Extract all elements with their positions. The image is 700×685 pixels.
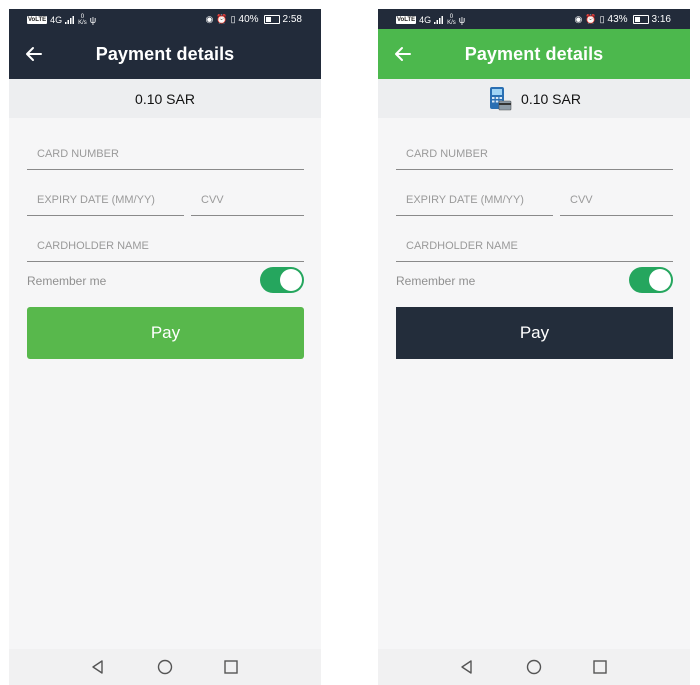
- alarm-icon: ⏰: [216, 14, 228, 24]
- cvv-field[interactable]: [560, 185, 673, 216]
- page-title: Payment details: [464, 44, 604, 64]
- system-nav-bar: [378, 649, 690, 685]
- card-number-field[interactable]: [27, 139, 304, 170]
- battery-icon: [263, 15, 280, 24]
- pay-button[interactable]: Pay: [27, 307, 304, 359]
- nav-back-icon[interactable]: [89, 658, 107, 676]
- battery-percent: 43%: [607, 14, 628, 25]
- remember-me-label: Remember me: [396, 274, 476, 288]
- remember-me-toggle[interactable]: [629, 267, 673, 293]
- network-speed-unit: K/s: [78, 20, 87, 26]
- signal-icon: [65, 16, 75, 24]
- expiry-date-field[interactable]: [27, 185, 184, 216]
- card-terminal-icon: [490, 86, 512, 110]
- cvv-field[interactable]: [191, 185, 304, 216]
- nav-home-icon[interactable]: [525, 658, 543, 676]
- nav-home-icon[interactable]: [156, 658, 174, 676]
- eye-icon: ◉: [205, 14, 214, 24]
- app-header: Payment details: [9, 29, 321, 79]
- usb-icon: ψ: [458, 14, 466, 25]
- clock: 2:58: [282, 14, 302, 25]
- card-number-input[interactable]: [27, 139, 304, 169]
- cardholder-name-input[interactable]: [27, 231, 304, 261]
- status-bar: VoLTE 4G 0 K/s ψ ◉ ⏰ ▯ 40% 2:58: [9, 9, 321, 29]
- phone-screen-2: VoLTE 4G 0 K/s ψ ◉ ⏰ ▯ 43% 3:16 Payment …: [378, 9, 690, 685]
- signal-icon: [434, 16, 444, 24]
- amount-value: 0.10 SAR: [521, 90, 581, 107]
- status-left: VoLTE 4G 0 K/s ψ: [396, 14, 465, 26]
- page-title: Payment details: [95, 44, 235, 64]
- toggle-knob: [280, 269, 302, 291]
- volte-icon: VoLTE: [27, 16, 48, 24]
- expiry-date-field[interactable]: [396, 185, 553, 216]
- cardholder-name-field[interactable]: [27, 231, 304, 262]
- phone-screen-1: VoLTE 4G 0 K/s ψ ◉ ⏰ ▯ 40% 2:58 Payment …: [9, 9, 321, 685]
- card-number-field[interactable]: [396, 139, 673, 170]
- status-left: VoLTE 4G 0 K/s ψ: [27, 14, 96, 26]
- pay-button[interactable]: Pay: [396, 307, 673, 359]
- battery-icon: [632, 15, 649, 24]
- amount-bar: 0.10 SAR: [9, 79, 321, 118]
- eye-icon: ◉: [574, 14, 583, 24]
- vibrate-icon: ▯: [230, 14, 236, 24]
- network-type: 4G: [419, 15, 432, 25]
- amount-value: 0.10 SAR: [135, 90, 195, 107]
- system-nav-bar: [9, 649, 321, 685]
- volte-icon: VoLTE: [396, 16, 417, 24]
- network-speed-unit: K/s: [447, 20, 456, 26]
- vibrate-icon: ▯: [599, 14, 605, 24]
- clock: 3:16: [651, 14, 671, 25]
- network-speed: 0 K/s: [78, 14, 87, 26]
- remember-me-toggle[interactable]: [260, 267, 304, 293]
- cvv-input[interactable]: [560, 185, 673, 215]
- toggle-knob: [649, 269, 671, 291]
- amount-bar: 0.10 SAR: [378, 79, 690, 118]
- nav-recents-icon[interactable]: [222, 658, 240, 676]
- nav-recents-icon[interactable]: [591, 658, 609, 676]
- cardholder-name-input[interactable]: [396, 231, 673, 261]
- status-bar: VoLTE 4G 0 K/s ψ ◉ ⏰ ▯ 43% 3:16: [378, 9, 690, 29]
- network-type: 4G: [50, 15, 63, 25]
- app-header: Payment details: [378, 29, 690, 79]
- status-right: ◉ ⏰ ▯ 40% 2:58: [205, 14, 302, 25]
- battery-percent: 40%: [238, 14, 259, 25]
- status-right: ◉ ⏰ ▯ 43% 3:16: [574, 14, 671, 25]
- nav-back-icon[interactable]: [458, 658, 476, 676]
- network-speed: 0 K/s: [447, 14, 456, 26]
- expiry-date-input[interactable]: [396, 185, 553, 215]
- cvv-input[interactable]: [191, 185, 304, 215]
- usb-icon: ψ: [89, 14, 97, 25]
- cardholder-name-field[interactable]: [396, 231, 673, 262]
- alarm-icon: ⏰: [585, 14, 597, 24]
- card-number-input[interactable]: [396, 139, 673, 169]
- remember-me-label: Remember me: [27, 274, 107, 288]
- expiry-date-input[interactable]: [27, 185, 184, 215]
